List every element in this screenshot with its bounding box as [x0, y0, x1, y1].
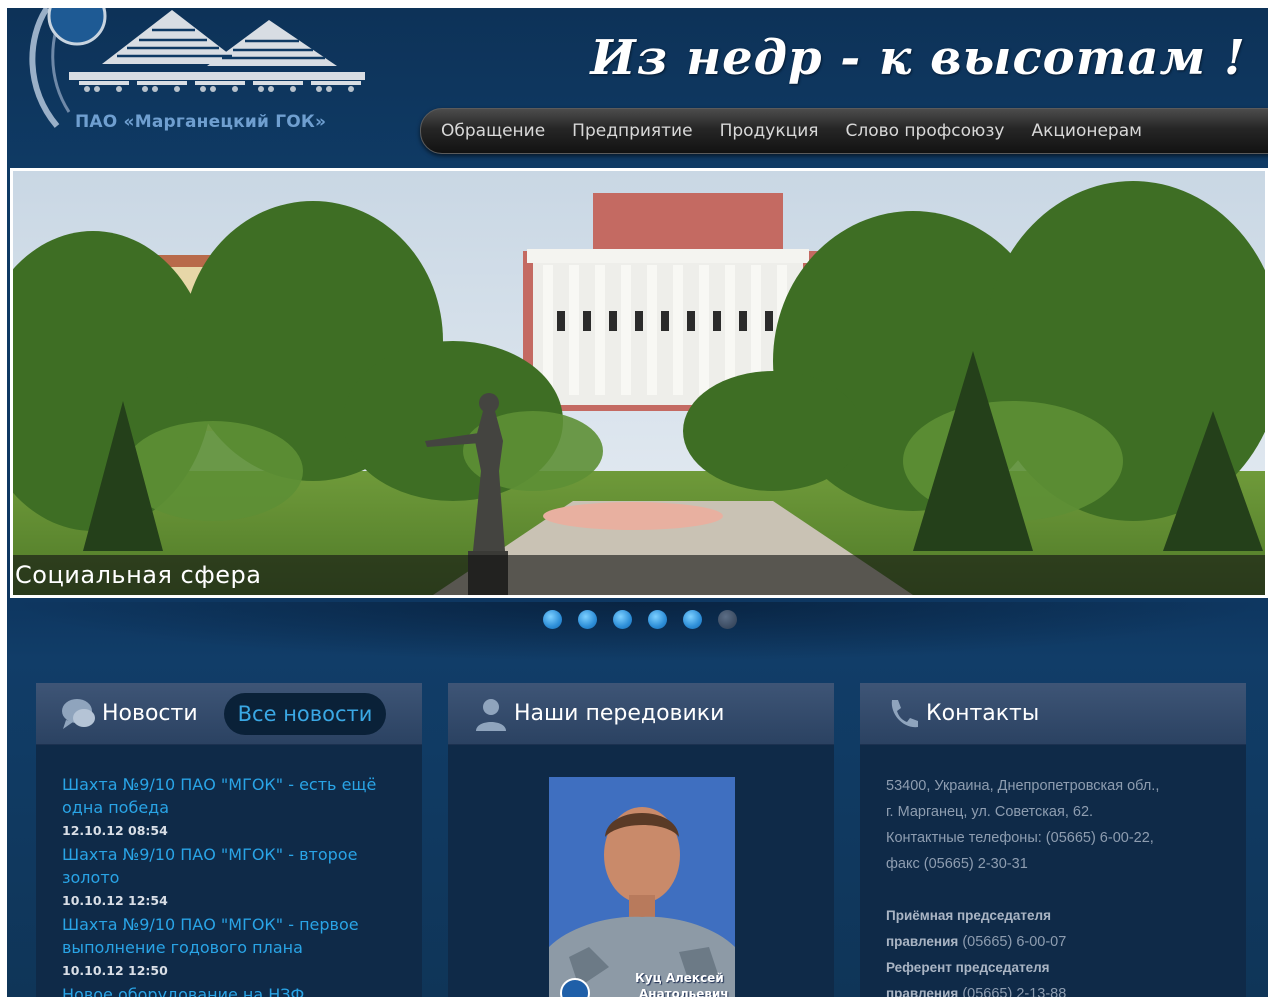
- slider-dot[interactable]: [718, 610, 737, 629]
- referent-phone: (05665) 2-13-88: [962, 986, 1067, 997]
- news-item-date: 10.10.12 12:54: [62, 893, 168, 908]
- leader-photo-name: Куц Алексей: [635, 971, 724, 985]
- referent-line: Референт председателя: [886, 955, 1220, 981]
- all-news-button[interactable]: Все новости: [223, 692, 387, 735]
- news-item-title[interactable]: Шахта №9/10 ПАО "МГОК" - есть ещё одна п…: [62, 773, 398, 819]
- contacts-panel: Контакты 53400, Украина, Днепропетровска…: [860, 683, 1246, 997]
- news-item-title[interactable]: Новое оборудование на НЗФ: [62, 983, 398, 997]
- logo-graphic: [29, 8, 365, 128]
- nav-item-appeal[interactable]: Обращение: [441, 121, 545, 141]
- referent-label: Референт председателя: [886, 960, 1050, 975]
- news-item-date: 12.10.12 08:54: [62, 823, 168, 838]
- news-item-title[interactable]: Шахта №9/10 ПАО "МГОК" - первое выполнен…: [62, 913, 398, 959]
- chat-bubbles-icon: [60, 695, 98, 733]
- nav-item-shareholders[interactable]: Акционерам: [1031, 121, 1142, 141]
- leaders-title: Наши передовики: [514, 701, 725, 726]
- phone-icon: [884, 695, 922, 733]
- news-item-date: 10.10.12 12:50: [62, 963, 168, 978]
- news-panel-header: Новости Все новости: [36, 683, 422, 745]
- news-item-title[interactable]: Шахта №9/10 ПАО "МГОК" - второе золото: [62, 843, 398, 889]
- hero-slider[interactable]: Социальная сфера: [10, 168, 1268, 598]
- address-line: г. Марганец, ул. Советская, 62.: [886, 804, 1094, 820]
- nav-item-company[interactable]: Предприятие: [572, 121, 692, 141]
- contacts-body: 53400, Украина, Днепропетровская обл., г…: [860, 745, 1246, 997]
- contacts-panel-header: Контакты: [860, 683, 1246, 745]
- news-panel: Новости Все новости Шахта №9/10 ПАО "МГО…: [36, 683, 422, 997]
- page: ПАО «Марганецкий ГОК» Из недр - к высота…: [7, 8, 1268, 997]
- leaders-panel-header: Наши передовики: [448, 683, 834, 745]
- leader-photo[interactable]: Куц Алексей Анатольевич: [549, 777, 735, 997]
- leader-photo-patronymic: Анатольевич: [639, 987, 729, 997]
- news-title: Новости: [102, 701, 198, 726]
- slogan: Из недр - к высотам !: [590, 30, 1246, 86]
- nav-item-union[interactable]: Слово профсоюзу: [845, 121, 1004, 141]
- slider-pagination: [543, 610, 737, 629]
- nav-item-products[interactable]: Продукция: [720, 121, 819, 141]
- news-list: Шахта №9/10 ПАО "МГОК" - есть ещё одна п…: [36, 745, 422, 997]
- address-line: 53400, Украина, Днепропетровская обл.,: [886, 778, 1160, 794]
- referent-line: правления (05665) 2-13-88: [886, 981, 1220, 997]
- person-icon: [472, 695, 510, 733]
- leaders-panel: Наши передовики Куц Алексей Анатольевич: [448, 683, 834, 997]
- company-name: ПАО «Марганецкий ГОК»: [75, 112, 327, 132]
- reception-line: правления (05665) 6-00-07: [886, 929, 1220, 955]
- reception-line: Приёмная председателя: [886, 903, 1220, 929]
- reception-label: правления: [886, 934, 959, 949]
- fax-line: факс (05665) 2-30-31: [886, 856, 1028, 872]
- slider-dot[interactable]: [543, 610, 562, 629]
- phones-line: Контактные телефоны: (05665) 6-00-22,: [886, 830, 1154, 846]
- slider-dot[interactable]: [613, 610, 632, 629]
- slide-image: [13, 171, 1265, 595]
- company-logo[interactable]: ПАО «Марганецкий ГОК»: [7, 8, 387, 158]
- slider-dot[interactable]: [683, 610, 702, 629]
- slider-dot[interactable]: [648, 610, 667, 629]
- reception-phone: (05665) 6-00-07: [962, 934, 1067, 950]
- slider-dot[interactable]: [578, 610, 597, 629]
- main-nav: Обращение Предприятие Продукция Слово пр…: [420, 108, 1268, 154]
- reception-label: Приёмная председателя: [886, 908, 1051, 923]
- slide-caption: Социальная сфера: [13, 555, 1265, 595]
- referent-label: правления: [886, 986, 959, 997]
- contacts-title: Контакты: [926, 701, 1040, 726]
